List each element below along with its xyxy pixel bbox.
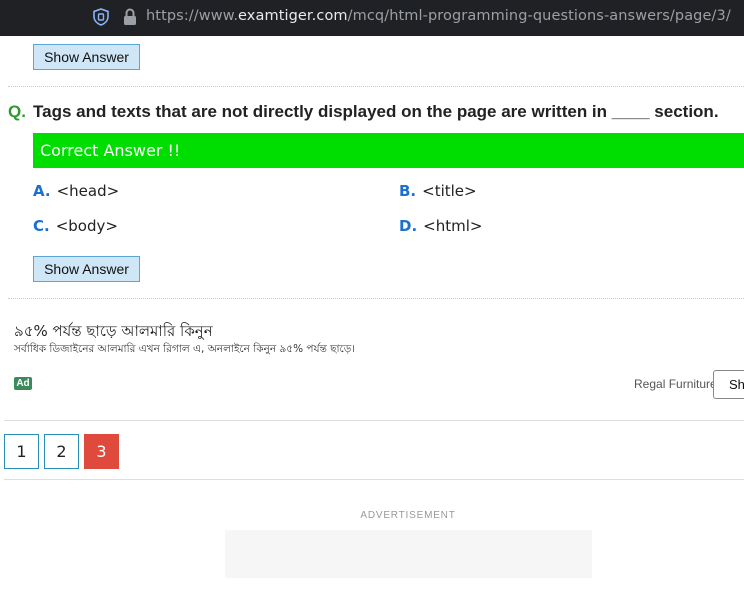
page-link-2[interactable]: 2	[44, 434, 79, 469]
ad-badge: Ad	[14, 377, 32, 390]
question-text: Tags and texts that are not directly dis…	[33, 102, 719, 121]
divider	[8, 86, 744, 87]
ad-cta-button[interactable]: Sh	[713, 370, 744, 399]
divider	[8, 298, 744, 299]
option-letter: D.	[399, 217, 418, 235]
ad-advertiser[interactable]: Regal Furniture	[634, 377, 717, 391]
show-answer-button[interactable]: Show Answer	[33, 44, 140, 70]
url-prefix: https://www.	[146, 8, 239, 24]
correct-answer-banner: Correct Answer !!	[33, 133, 744, 168]
page-link-3-current[interactable]: 3	[84, 434, 119, 469]
url-text[interactable]: https://www.examtiger.com/mcq/html-progr…	[146, 8, 731, 24]
page-link-1[interactable]: 1	[4, 434, 39, 469]
option-a[interactable]: A. <head>	[33, 182, 119, 200]
option-letter: A.	[33, 182, 51, 200]
ad-description: সর্বাধিক ডিজাইনের আলমারি এখন রিগাল এ, অন…	[14, 343, 356, 355]
browser-address-bar[interactable]: https://www.examtiger.com/mcq/html-progr…	[0, 0, 744, 36]
lock-icon	[124, 8, 136, 25]
shield-icon	[93, 8, 109, 26]
option-text: <html>	[423, 217, 483, 235]
url-domain: examtiger.com	[238, 8, 348, 24]
option-d[interactable]: D. <html>	[399, 217, 482, 235]
divider	[4, 420, 744, 421]
question-marker: Q.	[8, 102, 26, 121]
option-b[interactable]: B. <title>	[399, 182, 477, 200]
option-text: <head>	[56, 182, 120, 200]
show-answer-button[interactable]: Show Answer	[33, 256, 140, 282]
advertisement-slot	[225, 530, 592, 578]
option-letter: C.	[33, 217, 50, 235]
advertisement-label: ADVERTISEMENT	[360, 510, 456, 521]
option-text: <body>	[55, 217, 118, 235]
option-text: <title>	[422, 182, 477, 200]
option-letter: B.	[399, 182, 417, 200]
divider	[4, 479, 744, 480]
option-c[interactable]: C. <body>	[33, 217, 118, 235]
url-path: /mcq/html-programming-questions-answers/…	[347, 8, 731, 24]
